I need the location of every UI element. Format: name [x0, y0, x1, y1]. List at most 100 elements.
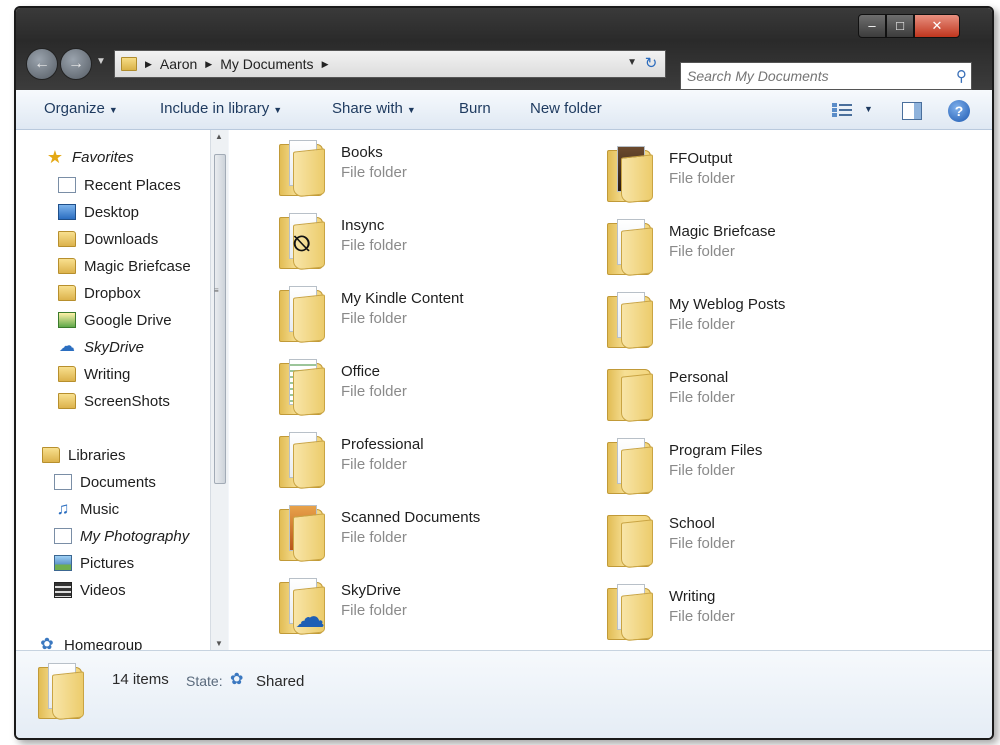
file-name: SkyDrive	[341, 582, 402, 599]
include-in-library-button[interactable]: Include in library ▼	[160, 100, 282, 117]
change-view-icon[interactable]	[831, 102, 853, 118]
share-with-button[interactable]: Share with ▼	[332, 100, 416, 117]
file-item-program-files[interactable]: Program Files File folder	[607, 438, 927, 500]
view-options-dropdown[interactable]: ▼	[864, 104, 873, 114]
file-item-writing[interactable]: Writing File folder	[607, 584, 927, 646]
shared-people-icon: ✿	[230, 671, 244, 688]
nav-item-music[interactable]: ♫ Music	[54, 498, 120, 520]
scroll-down-arrow[interactable]: ▼	[215, 639, 223, 648]
file-name: Insync	[341, 217, 385, 234]
burn-button[interactable]: Burn	[459, 100, 491, 117]
file-item-personal[interactable]: Personal File folder	[607, 365, 927, 427]
file-item-my-kindle-content[interactable]: My Kindle Content File folder	[279, 286, 599, 348]
folder-icon	[121, 57, 137, 71]
preview-pane-icon[interactable]	[902, 102, 922, 120]
file-name: School	[669, 515, 715, 532]
photography-icon	[54, 528, 72, 544]
nav-item-writing[interactable]: Writing	[58, 363, 130, 385]
file-item-school[interactable]: School File folder	[607, 511, 927, 573]
search-icon[interactable]: ⚲	[956, 67, 967, 85]
nav-item-label: Documents	[80, 473, 156, 491]
nav-item-desktop[interactable]: Desktop	[58, 201, 139, 223]
file-item-books[interactable]: Books File folder	[279, 140, 599, 202]
explorer-window: – □ ✕ ← → ▼ ▶ Aaron ▶ My Documents ▶ ▼ ↻…	[14, 6, 994, 740]
maximize-button[interactable]: □	[886, 14, 914, 38]
folder-icon	[607, 219, 655, 277]
file-type: File folder	[341, 237, 407, 254]
scrollbar-thumb[interactable]	[214, 154, 226, 484]
nav-item-downloads[interactable]: Downloads	[58, 228, 158, 250]
minimize-button[interactable]: –	[858, 14, 886, 38]
folder-icon	[279, 140, 327, 198]
pictures-icon	[54, 555, 72, 571]
file-item-professional[interactable]: Professional File folder	[279, 432, 599, 494]
nav-item-documents[interactable]: Documents	[54, 471, 156, 493]
file-type: File folder	[341, 456, 407, 473]
command-toolbar: Organize ▼ Include in library ▼ Share with…	[16, 90, 992, 130]
nav-item-label: ScreenShots	[84, 392, 170, 410]
nav-pane-scrollbar[interactable]: ▲ ≡ ▼	[210, 130, 228, 650]
help-icon[interactable]: ?	[948, 100, 970, 122]
nav-item-skydrive[interactable]: ☁ SkyDrive	[58, 336, 144, 358]
recent-pages-dropdown[interactable]: ▼	[96, 56, 106, 67]
folder-icon	[607, 584, 655, 642]
file-item-ffoutput[interactable]: FFOutput File folder	[607, 146, 927, 208]
nav-item-label: Pictures	[80, 554, 135, 572]
file-item-scanned-documents[interactable]: Scanned Documents File folder	[279, 505, 599, 567]
organize-button[interactable]: Organize ▼	[44, 100, 118, 117]
star-icon: ★	[46, 147, 64, 167]
folder-icon	[58, 258, 76, 274]
chevron-right-icon[interactable]: ▶	[145, 59, 152, 70]
search-box[interactable]: ⚲	[680, 62, 972, 90]
nav-item-label: Dropbox	[84, 284, 141, 302]
file-type: File folder	[669, 535, 735, 552]
nav-item-pictures[interactable]: Pictures	[54, 552, 134, 574]
libraries-icon	[42, 447, 60, 463]
organize-label: Organize	[44, 100, 105, 117]
breadcrumb-my-documents[interactable]: My Documents	[220, 56, 313, 72]
folder-icon	[607, 511, 655, 569]
nav-favorites[interactable]: ★ Favorites	[46, 146, 134, 168]
file-type: File folder	[669, 389, 735, 406]
nav-item-magic-briefcase[interactable]: Magic Briefcase	[58, 255, 191, 277]
include-in-library-label: Include in library	[160, 100, 270, 117]
folder-icon	[607, 365, 655, 423]
breadcrumb-aaron[interactable]: Aaron	[160, 56, 197, 72]
file-type: File folder	[341, 383, 407, 400]
close-button[interactable]: ✕	[914, 14, 960, 38]
back-button[interactable]: ←	[26, 48, 58, 80]
address-bar[interactable]: ▶ Aaron ▶ My Documents ▶ ▼ ↻	[114, 50, 666, 78]
file-item-magic-briefcase[interactable]: Magic Briefcase File folder	[607, 219, 927, 281]
nav-libraries-label: Libraries	[68, 446, 126, 464]
file-name: Office	[341, 363, 380, 380]
file-type: File folder	[669, 170, 735, 187]
nav-item-recent-places[interactable]: Recent Places	[58, 174, 181, 196]
file-type: File folder	[669, 608, 735, 625]
file-item-my-weblog-posts[interactable]: My Weblog Posts File folder	[607, 292, 927, 354]
nav-item-videos[interactable]: Videos	[54, 579, 126, 601]
file-item-skydrive[interactable]: ☁ SkyDrive File folder	[279, 578, 599, 640]
refresh-button[interactable]: ↻	[641, 54, 661, 74]
new-folder-button[interactable]: New folder	[530, 100, 602, 117]
chevron-right-icon[interactable]: ▶	[322, 59, 329, 70]
file-name: Writing	[669, 588, 716, 605]
nav-item-label: Recent Places	[84, 176, 181, 194]
nav-item-dropbox[interactable]: Dropbox	[58, 282, 141, 304]
search-input[interactable]	[681, 63, 931, 89]
chevron-right-icon[interactable]: ▶	[205, 59, 212, 70]
chevron-down-icon: ▼	[108, 105, 118, 115]
nav-item-screenshots[interactable]: ScreenShots	[58, 390, 170, 412]
nav-item-label: Desktop	[84, 203, 140, 221]
file-item-office[interactable]: Office File folder	[279, 359, 599, 421]
file-type: File folder	[341, 529, 407, 546]
address-dropdown-button[interactable]: ▼	[627, 57, 637, 68]
scroll-up-arrow[interactable]: ▲	[215, 132, 223, 141]
nav-item-my-photography[interactable]: My Photography	[54, 525, 189, 547]
nav-libraries[interactable]: Libraries	[42, 444, 126, 466]
arrow-right-icon: →	[68, 55, 84, 72]
forward-button[interactable]: →	[60, 48, 92, 80]
file-type: File folder	[341, 602, 407, 619]
folder-icon	[58, 393, 76, 409]
file-item-insync[interactable]: ⦰ Insync File folder	[279, 213, 599, 275]
nav-item-google-drive[interactable]: Google Drive	[58, 309, 172, 331]
